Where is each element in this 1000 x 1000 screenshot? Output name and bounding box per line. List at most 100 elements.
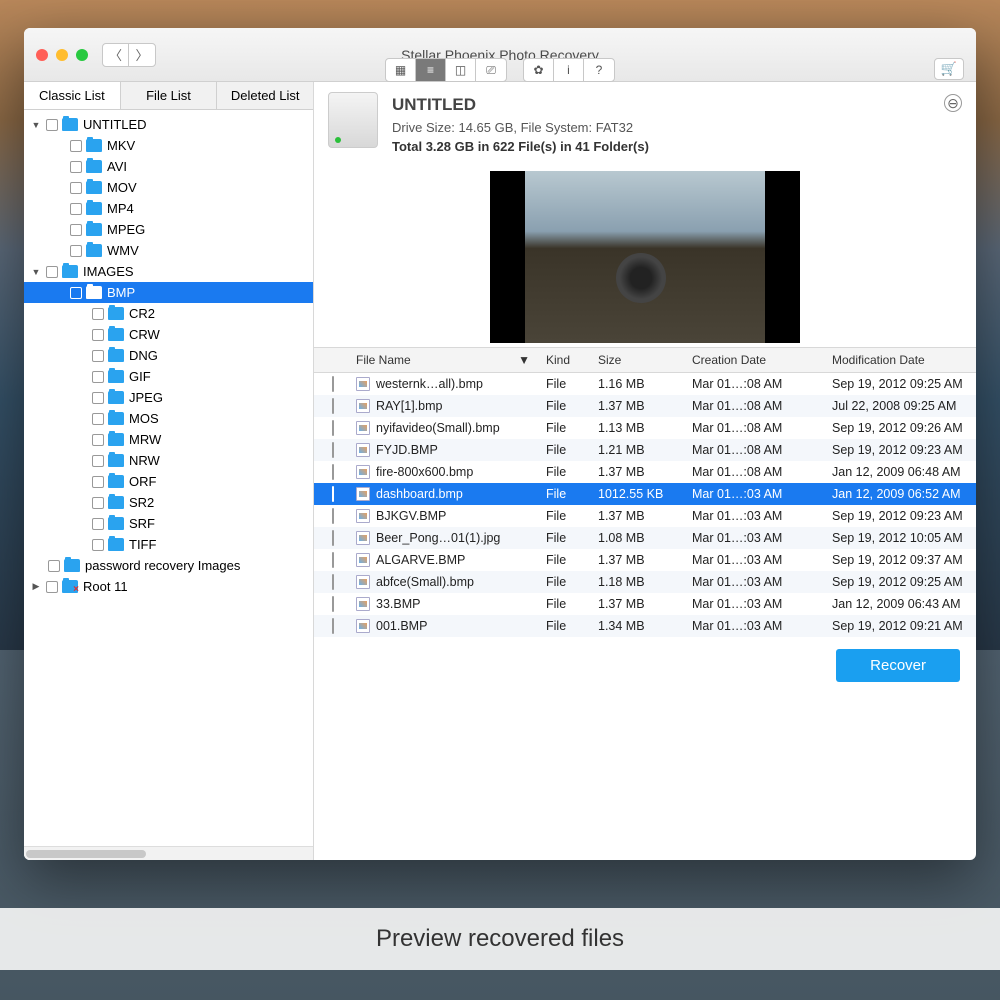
forward-button[interactable]: 〉 bbox=[129, 44, 155, 66]
recover-button[interactable]: Recover bbox=[836, 649, 960, 682]
tree-node[interactable]: ORF bbox=[24, 471, 313, 492]
coverflow-view-icon[interactable]: ⎚ bbox=[476, 59, 506, 81]
checkbox[interactable] bbox=[332, 376, 334, 392]
file-icon bbox=[356, 399, 370, 413]
checkbox[interactable] bbox=[70, 224, 82, 236]
checkbox[interactable] bbox=[332, 552, 334, 568]
tree-node[interactable]: MP4 bbox=[24, 198, 313, 219]
table-row[interactable]: dashboard.bmpFile1012.55 KBMar 01…:03 AM… bbox=[314, 483, 976, 505]
checkbox[interactable] bbox=[70, 287, 82, 299]
checkbox[interactable] bbox=[332, 442, 334, 458]
checkbox[interactable] bbox=[46, 581, 58, 593]
tree-node[interactable]: TIFF bbox=[24, 534, 313, 555]
disclosure-icon[interactable]: ▼ bbox=[30, 120, 42, 130]
checkbox[interactable] bbox=[332, 574, 334, 590]
tree-node[interactable]: MRW bbox=[24, 429, 313, 450]
checkbox[interactable] bbox=[332, 618, 334, 634]
checkbox[interactable] bbox=[92, 392, 104, 404]
checkbox[interactable] bbox=[70, 161, 82, 173]
checkbox[interactable] bbox=[332, 464, 334, 480]
checkbox[interactable] bbox=[92, 539, 104, 551]
collapse-icon[interactable]: ⊖ bbox=[944, 94, 962, 112]
tree-node[interactable]: ▼UNTITLED bbox=[24, 114, 313, 135]
sidebar-tab[interactable]: Classic List bbox=[24, 82, 121, 109]
tree-node[interactable]: CRW bbox=[24, 324, 313, 345]
table-row[interactable]: Beer_Pong…01(1).jpgFile1.08 MBMar 01…:03… bbox=[314, 527, 976, 549]
sidebar-tab[interactable]: Deleted List bbox=[217, 82, 313, 109]
checkbox[interactable] bbox=[70, 203, 82, 215]
table-row[interactable]: westernk…all).bmpFile1.16 MBMar 01…:08 A… bbox=[314, 373, 976, 395]
table-row[interactable]: BJKGV.BMPFile1.37 MBMar 01…:03 AMSep 19,… bbox=[314, 505, 976, 527]
zoom-icon[interactable] bbox=[76, 49, 88, 61]
checkbox[interactable] bbox=[92, 413, 104, 425]
cart-button[interactable]: 🛒 bbox=[934, 58, 964, 80]
table-row[interactable]: FYJD.BMPFile1.21 MBMar 01…:08 AMSep 19, … bbox=[314, 439, 976, 461]
grid-view-icon[interactable]: ▦ bbox=[386, 59, 416, 81]
tree-node[interactable]: MOV bbox=[24, 177, 313, 198]
tree-node[interactable]: SR2 bbox=[24, 492, 313, 513]
minimize-icon[interactable] bbox=[56, 49, 68, 61]
sidebar-scrollbar[interactable] bbox=[24, 846, 313, 860]
tree-node[interactable]: AVI bbox=[24, 156, 313, 177]
checkbox[interactable] bbox=[46, 119, 58, 131]
tree-label: MKV bbox=[107, 138, 135, 153]
checkbox[interactable] bbox=[70, 182, 82, 194]
tree-node[interactable]: CR2 bbox=[24, 303, 313, 324]
table-row[interactable]: 001.BMPFile1.34 MBMar 01…:03 AMSep 19, 2… bbox=[314, 615, 976, 637]
file-icon bbox=[356, 421, 370, 435]
file-table-body[interactable]: westernk…all).bmpFile1.16 MBMar 01…:08 A… bbox=[314, 373, 976, 637]
list-view-icon[interactable]: ≡ bbox=[416, 59, 446, 81]
checkbox[interactable] bbox=[92, 329, 104, 341]
checkbox[interactable] bbox=[332, 596, 334, 612]
table-row[interactable]: nyifavideo(Small).bmpFile1.13 MBMar 01…:… bbox=[314, 417, 976, 439]
gear-icon[interactable]: ✿ bbox=[524, 59, 554, 81]
checkbox[interactable] bbox=[92, 455, 104, 467]
checkbox[interactable] bbox=[48, 560, 60, 572]
tree-node[interactable]: BMP bbox=[24, 282, 313, 303]
checkbox[interactable] bbox=[46, 266, 58, 278]
checkbox[interactable] bbox=[332, 530, 334, 546]
table-row[interactable]: RAY[1].bmpFile1.37 MBMar 01…:08 AMJul 22… bbox=[314, 395, 976, 417]
tree-node[interactable]: MKV bbox=[24, 135, 313, 156]
tree-node[interactable]: NRW bbox=[24, 450, 313, 471]
checkbox[interactable] bbox=[332, 486, 334, 502]
help-icon[interactable]: ? bbox=[584, 59, 614, 81]
table-header[interactable]: File Name▼ Kind Size Creation Date Modif… bbox=[314, 347, 976, 373]
checkbox[interactable] bbox=[92, 518, 104, 530]
checkbox[interactable] bbox=[92, 434, 104, 446]
tree-node[interactable]: ▼IMAGES bbox=[24, 261, 313, 282]
checkbox[interactable] bbox=[70, 245, 82, 257]
checkbox[interactable] bbox=[92, 497, 104, 509]
tree-node[interactable]: GIF bbox=[24, 366, 313, 387]
close-icon[interactable] bbox=[36, 49, 48, 61]
table-row[interactable]: abfce(Small).bmpFile1.18 MBMar 01…:03 AM… bbox=[314, 571, 976, 593]
table-row[interactable]: fire-800x600.bmpFile1.37 MBMar 01…:08 AM… bbox=[314, 461, 976, 483]
tree-node[interactable]: JPEG bbox=[24, 387, 313, 408]
sort-indicator-icon: ▼ bbox=[518, 353, 530, 367]
info-icon[interactable]: i bbox=[554, 59, 584, 81]
tree-node[interactable]: password recovery Images bbox=[24, 555, 313, 576]
checkbox[interactable] bbox=[92, 371, 104, 383]
checkbox[interactable] bbox=[92, 350, 104, 362]
tree-node[interactable]: ▶Root 11 bbox=[24, 576, 313, 597]
disclosure-icon[interactable]: ▶ bbox=[30, 581, 42, 592]
checkbox[interactable] bbox=[92, 476, 104, 488]
tree-node[interactable]: MPEG bbox=[24, 219, 313, 240]
tree-node[interactable]: WMV bbox=[24, 240, 313, 261]
checkbox[interactable] bbox=[332, 420, 334, 436]
column-view-icon[interactable]: ◫ bbox=[446, 59, 476, 81]
sidebar-tab[interactable]: File List bbox=[121, 82, 218, 109]
back-button[interactable]: 〈 bbox=[103, 44, 129, 66]
checkbox[interactable] bbox=[332, 398, 334, 414]
table-row[interactable]: ALGARVE.BMPFile1.37 MBMar 01…:03 AMSep 1… bbox=[314, 549, 976, 571]
table-row[interactable]: 33.BMPFile1.37 MBMar 01…:03 AMJan 12, 20… bbox=[314, 593, 976, 615]
tree-node[interactable]: SRF bbox=[24, 513, 313, 534]
folder-icon bbox=[108, 517, 124, 530]
checkbox[interactable] bbox=[92, 308, 104, 320]
tree-node[interactable]: DNG bbox=[24, 345, 313, 366]
tree-node[interactable]: MOS bbox=[24, 408, 313, 429]
folder-tree[interactable]: ▼UNTITLEDMKVAVIMOVMP4MPEGWMV▼IMAGESBMPCR… bbox=[24, 110, 313, 846]
disclosure-icon[interactable]: ▼ bbox=[30, 267, 42, 277]
checkbox[interactable] bbox=[332, 508, 334, 524]
checkbox[interactable] bbox=[70, 140, 82, 152]
